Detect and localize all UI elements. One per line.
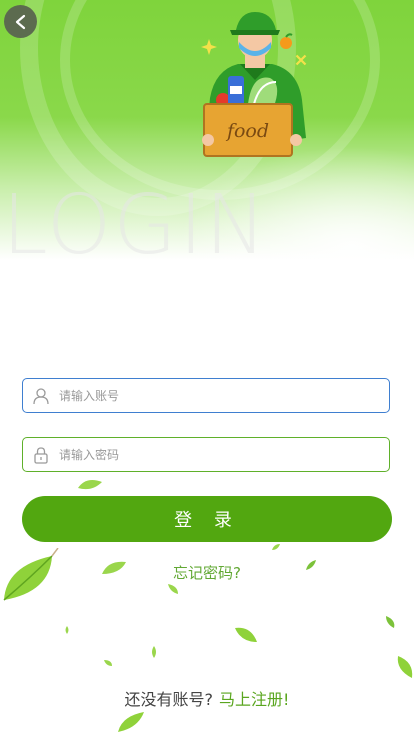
- back-button[interactable]: [4, 5, 37, 38]
- leaf-icon: [102, 561, 126, 574]
- leaf-icon: [65, 626, 69, 634]
- password-input[interactable]: [57, 438, 389, 471]
- password-field[interactable]: [22, 437, 390, 472]
- orange-icon: [280, 33, 293, 49]
- register-row: 还没有账号? 马上注册!: [0, 686, 414, 710]
- leaf-icon: [168, 584, 178, 594]
- username-input[interactable]: [57, 379, 389, 412]
- leaf-icon: [272, 544, 280, 550]
- leaf-icon: [78, 480, 102, 490]
- leaf-icon: [397, 656, 413, 678]
- leaf-icon: [152, 646, 156, 658]
- leaf-icon: [118, 712, 144, 732]
- leaf-icon: [3, 548, 59, 601]
- delivery-person-illustration: food: [202, 12, 306, 157]
- leaf-icon: [306, 560, 316, 570]
- food-sign-text: food: [225, 120, 269, 142]
- lock-icon: [31, 445, 51, 465]
- username-field[interactable]: [22, 378, 390, 413]
- register-link[interactable]: 马上注册!: [219, 690, 289, 709]
- login-watermark-text: LOGIN: [2, 178, 269, 273]
- sparkle-icon: [201, 39, 217, 55]
- user-icon: [31, 386, 51, 406]
- leaf-icon: [235, 627, 257, 642]
- forgot-password-link[interactable]: 忘记密码?: [0, 562, 414, 583]
- sparkle-icon: [295, 54, 307, 66]
- leaf-icon: [104, 660, 112, 666]
- chevron-left-icon: [15, 14, 25, 29]
- leaf-icon: [386, 616, 395, 628]
- no-account-text: 还没有账号?: [124, 690, 214, 709]
- login-button[interactable]: 登 录: [22, 496, 392, 542]
